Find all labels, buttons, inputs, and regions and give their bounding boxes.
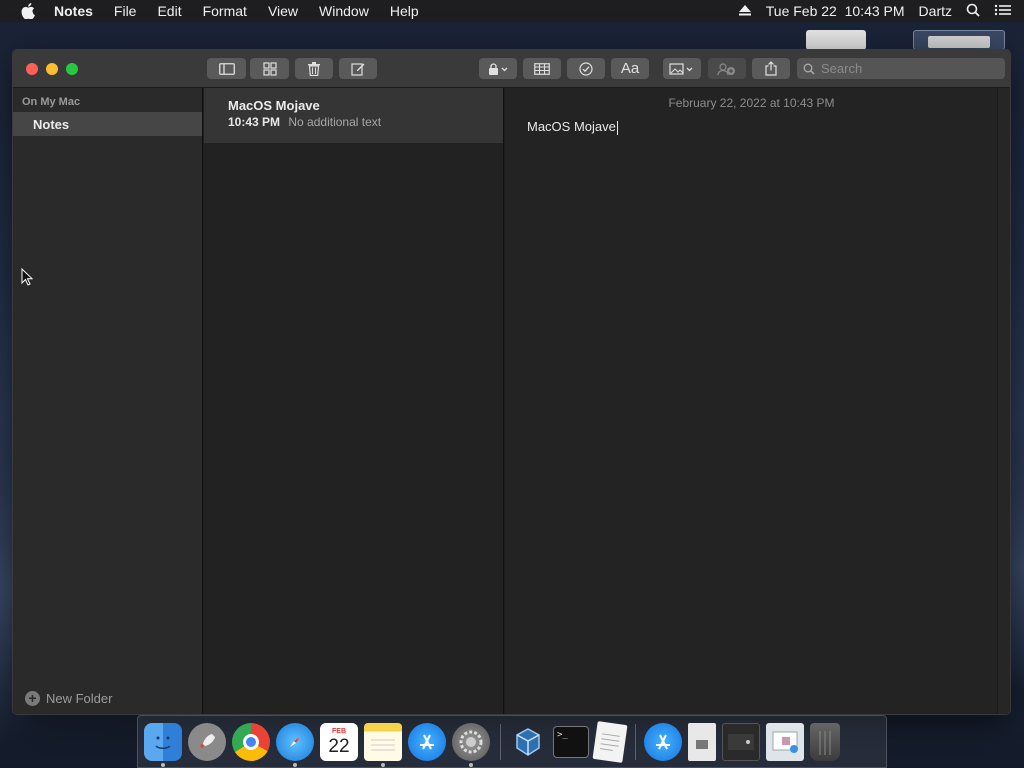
lock-note-button[interactable] <box>479 58 517 79</box>
note-editor[interactable]: February 22, 2022 at 10:43 PM MacOS Moja… <box>505 88 998 714</box>
app-store-downloads-icon[interactable] <box>644 722 682 761</box>
calendar-month: FEB <box>332 727 346 735</box>
close-button[interactable] <box>26 63 38 75</box>
menu-window[interactable]: Window <box>319 3 369 19</box>
menu-clock[interactable]: Tue Feb 22 10:43 PM <box>766 3 905 19</box>
attachments-browser-button[interactable] <box>250 58 289 79</box>
preview-icon[interactable] <box>766 722 804 761</box>
dock: FEB 22 >_ <box>137 715 887 768</box>
dock-separator <box>635 723 636 760</box>
menu-bar: Notes File Edit Format View Window Help … <box>0 0 1024 22</box>
format-button[interactable]: Aa <box>611 58 649 79</box>
system-preferences-icon[interactable] <box>452 722 490 767</box>
share-icon <box>765 61 777 76</box>
launchpad-icon[interactable] <box>188 722 226 761</box>
note-body[interactable]: MacOS Mojave <box>527 119 618 135</box>
menu-edit[interactable]: Edit <box>157 3 181 19</box>
sidebar-item-notes[interactable]: Notes <box>13 112 202 136</box>
terminal-icon[interactable]: >_ <box>553 725 589 758</box>
trash-icon <box>308 61 320 76</box>
plus-icon: + <box>25 691 40 706</box>
zoom-button[interactable] <box>66 63 78 75</box>
chrome-icon[interactable] <box>232 722 270 761</box>
menu-format[interactable]: Format <box>203 3 247 19</box>
checklist-button[interactable] <box>567 58 605 79</box>
sidebar-section-title: On My Mac <box>22 96 81 108</box>
note-time: 10:43 PM <box>228 115 281 129</box>
screenshot-icon[interactable] <box>722 722 760 761</box>
search-field[interactable] <box>797 58 1005 79</box>
menu-file[interactable]: File <box>114 3 137 19</box>
lock-icon <box>489 62 508 75</box>
checklist-icon <box>579 61 593 76</box>
new-folder-button[interactable]: + New Folder <box>25 691 112 706</box>
toggle-sidebar-button[interactable] <box>207 58 246 79</box>
safari-icon[interactable] <box>276 722 314 767</box>
notification-center-icon[interactable] <box>994 3 1012 20</box>
add-people-button[interactable] <box>708 58 746 79</box>
new-note-button[interactable] <box>339 58 377 79</box>
delete-note-button[interactable] <box>295 58 333 79</box>
editor-scrollbar[interactable] <box>997 88 1010 714</box>
file-icon[interactable] <box>688 722 716 761</box>
calendar-icon[interactable]: FEB 22 <box>320 722 358 761</box>
window-toolbar: Aa <box>13 50 1010 88</box>
table-button[interactable] <box>523 58 561 79</box>
note-title: MacOS Mojave <box>228 98 320 113</box>
folders-sidebar: On My Mac Notes + New Folder <box>13 88 203 714</box>
notes-window: Aa On My Mac Notes + New Folder MacOS Mo… <box>12 49 1011 715</box>
trash-icon[interactable] <box>810 722 840 761</box>
notes-icon[interactable] <box>364 722 402 767</box>
finder-icon[interactable] <box>144 722 182 767</box>
note-list: MacOS Mojave 10:43 PM No additional text <box>204 88 504 714</box>
new-folder-label: New Folder <box>46 691 113 706</box>
add-people-icon <box>717 62 735 75</box>
calendar-day: 22 <box>328 735 350 757</box>
virtualbox-icon[interactable] <box>509 723 547 761</box>
table-icon <box>534 62 550 75</box>
dock-separator <box>500 723 501 760</box>
share-button[interactable] <box>752 58 790 79</box>
menu-view[interactable]: View <box>268 3 298 19</box>
menu-user[interactable]: Dartz <box>919 3 952 19</box>
add-media-button[interactable] <box>663 58 701 79</box>
apple-menu-icon[interactable] <box>20 3 36 19</box>
spotlight-search-icon[interactable] <box>966 3 980 20</box>
desktop-disk-image-icon[interactable] <box>913 30 1005 50</box>
eject-icon[interactable] <box>738 3 752 19</box>
compose-icon <box>351 62 365 76</box>
search-icon <box>803 63 815 75</box>
photo-icon <box>669 62 693 75</box>
menu-app-name[interactable]: Notes <box>54 3 93 19</box>
minimize-button[interactable] <box>46 63 58 75</box>
search-input[interactable] <box>821 61 991 76</box>
sidebar-icon <box>218 62 235 75</box>
note-body-text: MacOS Mojave <box>527 119 616 134</box>
grid-icon <box>262 61 277 76</box>
textedit-icon[interactable] <box>592 720 628 763</box>
note-preview: No additional text <box>288 115 382 129</box>
list-item[interactable]: MacOS Mojave 10:43 PM No additional text <box>204 88 503 143</box>
menu-help[interactable]: Help <box>390 3 419 19</box>
app-store-icon[interactable] <box>408 722 446 761</box>
desktop-drive-icon[interactable] <box>806 30 866 50</box>
note-date: February 22, 2022 at 10:43 PM <box>668 96 835 110</box>
text-caret <box>616 120 618 135</box>
mouse-pointer-icon <box>21 267 34 291</box>
